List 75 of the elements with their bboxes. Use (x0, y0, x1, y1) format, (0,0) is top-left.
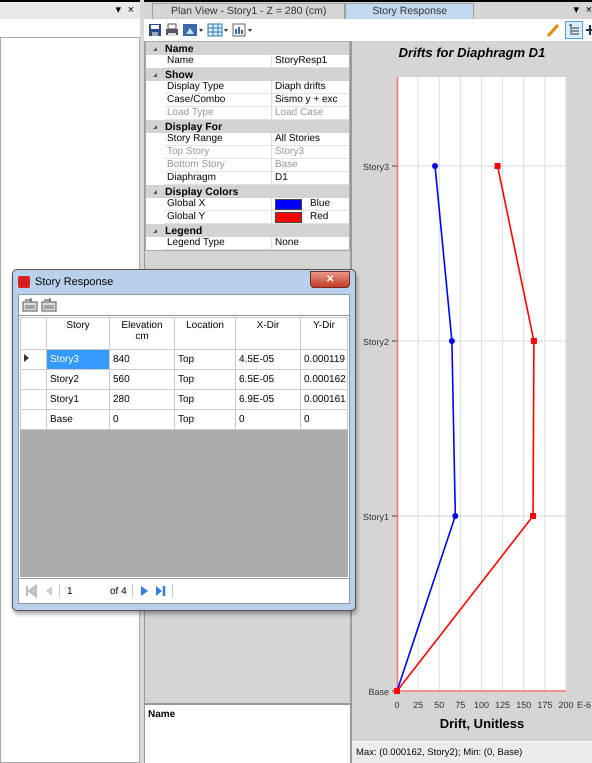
property-label: Story Range (164, 133, 272, 145)
category-label: Legend (165, 224, 202, 236)
table-cell: 840 (110, 350, 174, 370)
property-value[interactable]: Blue (310, 198, 330, 210)
axis-label: 150 (516, 700, 532, 710)
property-label: Load Type (164, 107, 272, 119)
table-cell: Top (174, 370, 236, 390)
table-cell: 560 (110, 370, 174, 390)
dropdown-icon[interactable]: ▾ (574, 5, 580, 16)
table-cell: 0.000119 (300, 350, 348, 370)
table-cell: Top (174, 350, 236, 370)
property-value[interactable]: Diaph drifts (275, 81, 326, 93)
dropdown-icon[interactable]: ▾ (116, 5, 122, 16)
property-value[interactable]: All Stories (275, 133, 320, 145)
property-label: Top Story (164, 146, 272, 158)
axis-label: 125 (495, 700, 510, 710)
table-cell: Story3 (46, 350, 110, 370)
table-cell: Story2 (46, 370, 110, 390)
window-title: Story Response (35, 276, 114, 288)
property-label: Diaphragm (164, 172, 272, 184)
table-cell: Base (46, 410, 110, 430)
tab[interactable]: Plan View - Story1 - Z = 280 (cm) (152, 3, 346, 19)
axis-label: 75 (455, 700, 466, 710)
table-cell: 6.9E-05 (236, 390, 300, 410)
property-label: Case/Combo (164, 94, 272, 106)
axis-title: Drift, Unitless (440, 716, 524, 731)
property-value[interactable]: D1 (275, 172, 288, 184)
table-cell: Top (174, 410, 236, 430)
property-value[interactable]: Red (310, 211, 328, 223)
category-label: Display For (165, 120, 222, 132)
axis-label: 200 (558, 700, 574, 710)
column-header[interactable]: Story (46, 318, 110, 350)
property-value[interactable]: Sismo y + exc (275, 94, 338, 106)
axis-label: 0 (394, 700, 400, 710)
property-value[interactable]: None (275, 237, 299, 249)
axis-label: Story1 (362, 512, 389, 522)
category-label: Show (165, 68, 193, 80)
column-header[interactable]: Elevation cm (110, 318, 174, 350)
close-icon[interactable]: × (128, 5, 134, 16)
property-label: Global Y (164, 211, 272, 223)
chart-title: Drifts for Diaphragm D1 (398, 45, 546, 60)
property-label: Name (164, 55, 272, 67)
table-cell: 0 (110, 410, 174, 430)
axis-label: Story2 (362, 337, 389, 347)
category-label: Display Colors (165, 186, 239, 198)
axis-label: Story3 (362, 162, 389, 172)
table-cell: 6.5E-05 (236, 370, 300, 390)
page-count: of 4 (110, 586, 127, 596)
axis-label: Base (368, 687, 389, 697)
property-label: Legend Type (164, 237, 272, 249)
property-value[interactable]: StoryResp1 (275, 55, 328, 67)
table-cell: 0.000162 (300, 370, 348, 390)
axis-label: 175 (537, 700, 552, 710)
close-icon[interactable]: × (586, 5, 592, 16)
table-cell: 280 (110, 390, 174, 410)
axis-label: 100 (474, 700, 490, 710)
property-label: Global X (164, 198, 272, 210)
table-cell: Top (174, 390, 236, 410)
table-cell: 0.000161 (300, 390, 348, 410)
category-label: Name (165, 42, 194, 54)
table-cell: Story1 (46, 390, 110, 410)
tab[interactable]: Story Response (345, 3, 474, 19)
status-text: Max: (0.000162, Story2); Min: (0, Base) (352, 741, 592, 763)
scale-label: E-6 (577, 700, 592, 710)
table-cell: 4.5E-05 (236, 350, 300, 370)
axis-label: 50 (434, 700, 444, 710)
description-title: Name (148, 709, 176, 720)
property-label: Display Type (164, 81, 272, 93)
column-header[interactable]: X-Dir (236, 318, 300, 350)
property-label: Bottom Story (164, 159, 272, 171)
column-header[interactable]: Location (174, 318, 236, 350)
axis-label: 25 (413, 700, 424, 710)
column-header[interactable]: Y-Dir (300, 318, 348, 350)
table-cell: 0 (236, 410, 300, 430)
table-cell: 0 (300, 410, 348, 430)
